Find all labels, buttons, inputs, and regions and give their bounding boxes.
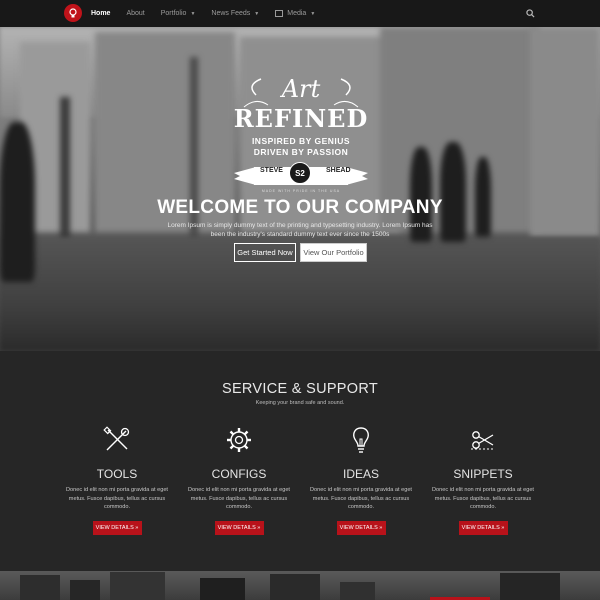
service-card-ideas: IDEAS Donec id elit non mi porta gravida… — [301, 425, 421, 535]
chevron-down-icon: ▼ — [310, 10, 316, 17]
nav-item-home[interactable]: Home — [91, 10, 110, 17]
hero-title: WELCOME TO OUR COMPANY — [157, 197, 443, 218]
view-details-button[interactable]: VIEW DETAILS » — [336, 520, 386, 535]
scissors-icon — [471, 431, 495, 450]
image-icon — [275, 10, 284, 17]
newsletter-section-preview — [0, 571, 600, 600]
strip-building — [500, 573, 560, 600]
service-card-configs: CONFIGS Donec id elit non mi porta gravi… — [179, 425, 299, 535]
nav-item-label: About — [126, 10, 145, 17]
nav-item-about[interactable]: About — [126, 10, 144, 17]
service-title: CONFIGS — [211, 467, 267, 481]
nav-item-label: Media — [287, 10, 307, 17]
view-details-button[interactable]: VIEW DETAILS » — [214, 520, 264, 535]
strip-building — [70, 580, 100, 600]
view-details-button[interactable]: VIEW DETAILS » — [92, 520, 142, 535]
service-title: TOOLS — [96, 467, 138, 481]
brand-badge-logo: Art REFINED INSPIRED BY GENIUS DRIVEN BY… — [226, 67, 376, 217]
service-card-tools: TOOLS Donec id elit non mi porta gravida… — [57, 425, 177, 535]
strip-building — [270, 574, 320, 600]
strip-building — [20, 575, 60, 600]
service-title: IDEAS — [342, 467, 379, 481]
badge-ribbon: STEVE S2 SHEAD — [230, 162, 372, 184]
hero-pole — [60, 97, 70, 247]
service-description: Donec id elit non mi porta gravida at eg… — [188, 487, 290, 510]
service-description: Donec id elit non mi porta gravida at eg… — [432, 487, 534, 510]
view-details-button[interactable]: VIEW DETAILS » — [458, 520, 508, 535]
service-description: Donec id elit non mi porta gravida at eg… — [66, 487, 168, 510]
top-navbar: Home About Portfolio ▼ News Feeds ▼ Medi… — [0, 0, 600, 27]
search-icon[interactable] — [526, 9, 535, 18]
badge-refined-word: REFINED — [233, 104, 369, 133]
services-subtitle: Keeping your brand safe and sound. — [255, 400, 345, 406]
service-card-snippets: SNIPPETS Donec id elit non mi porta grav… — [423, 425, 543, 535]
strip-building — [110, 572, 165, 600]
nav-item-label: News Feeds — [211, 10, 251, 17]
strip-building — [340, 582, 375, 600]
badge-ribbon-right: SHEAD — [326, 167, 351, 174]
get-started-button[interactable]: Get Started Now — [234, 243, 296, 262]
tools-icon — [103, 426, 130, 451]
hero-person — [440, 142, 466, 242]
badge-ribbon-left: STEVE — [260, 167, 283, 174]
nav-item-portfolio[interactable]: Portfolio ▼ — [161, 10, 196, 17]
hero-text: Lorem Ipsum is simply dummy text of the … — [167, 222, 433, 238]
view-portfolio-button[interactable]: View Our Portfolio — [300, 243, 367, 262]
bulb-logo-icon[interactable] — [64, 4, 82, 22]
service-title: SNIPPETS — [453, 467, 513, 481]
nav-item-news-feeds[interactable]: News Feeds ▼ — [211, 10, 259, 17]
badge-monogram: S2 — [289, 162, 311, 184]
gear-icon — [227, 428, 251, 452]
lightbulb-icon — [353, 427, 369, 453]
badge-made-text: MADE WITH PRIDE IN THE USA — [261, 189, 341, 193]
chevron-down-icon: ▼ — [254, 10, 260, 17]
service-description: Donec id elit non mi porta gravida at eg… — [310, 487, 412, 510]
nav-item-label: Home — [91, 10, 111, 17]
badge-tagline-1: INSPIRED BY GENIUS — [251, 136, 351, 146]
chevron-down-icon: ▼ — [190, 10, 196, 17]
badge-art-word: Art — [281, 75, 321, 103]
badge-tagline-2: DRIVEN BY PASSION — [253, 147, 349, 157]
services-title: SERVICE & SUPPORT — [221, 381, 379, 397]
nav-item-label: Portfolio — [160, 10, 187, 17]
strip-building — [200, 578, 245, 600]
hero-banner: Art REFINED INSPIRED BY GENIUS DRIVEN BY… — [0, 27, 600, 351]
nav-item-media[interactable]: Media ▼ — [275, 10, 315, 17]
